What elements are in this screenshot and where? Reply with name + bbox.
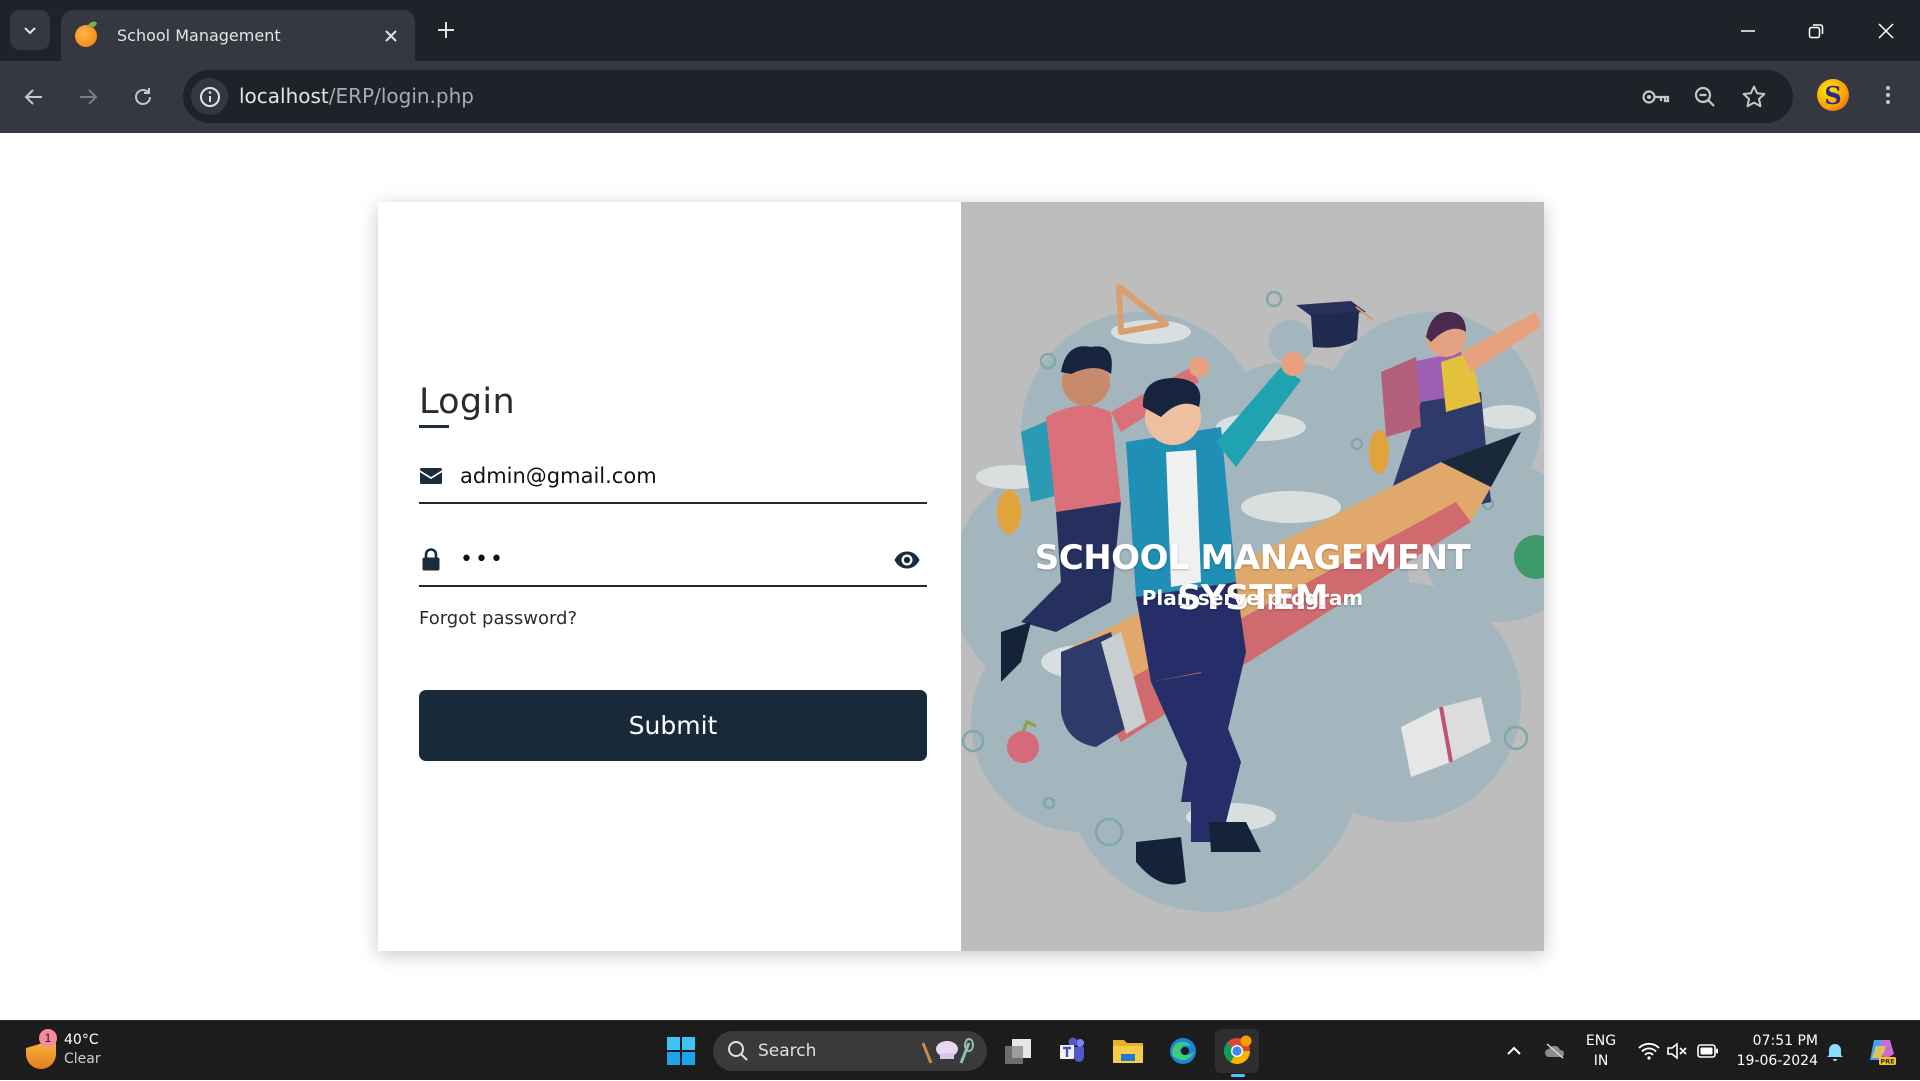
menu-dot: [1886, 86, 1890, 90]
svg-text:PRE: PRE: [1880, 1058, 1894, 1066]
battery-status[interactable]: [1694, 1021, 1722, 1081]
profile-avatar[interactable]: S: [1817, 79, 1849, 111]
browser-menu-button[interactable]: [1872, 79, 1904, 111]
new-tab-button[interactable]: [430, 14, 462, 46]
password-field-group: [419, 537, 927, 587]
back-arrow-icon: [24, 89, 42, 105]
login-card: Login Forgot password? Submit: [378, 202, 1544, 951]
search-icon: [728, 1041, 748, 1061]
region-code: IN: [1593, 1053, 1609, 1069]
back-button[interactable]: [14, 77, 54, 117]
onedrive-button[interactable]: [1540, 1021, 1570, 1081]
menu-dot: [1886, 93, 1890, 97]
password-input[interactable]: [460, 541, 880, 577]
search-highlight-chef-icon: [921, 1038, 974, 1064]
edge-button[interactable]: [1161, 1029, 1205, 1073]
url-text[interactable]: localhost/ERP/login.php: [239, 84, 474, 108]
email-input[interactable]: [460, 458, 880, 494]
search-label: Search: [758, 1041, 817, 1061]
notifications-button[interactable]: [1822, 1021, 1848, 1081]
submit-button[interactable]: Submit: [419, 690, 927, 761]
wifi-icon: [1638, 1042, 1660, 1060]
volume-muted-icon: [1667, 1042, 1687, 1060]
info-icon: [199, 86, 220, 107]
chrome-icon: [1223, 1035, 1252, 1065]
start-button[interactable]: [659, 1029, 703, 1073]
file-explorer-icon: [1113, 1040, 1143, 1063]
url-path: /ERP/login.php: [328, 84, 474, 108]
language-code: ENG: [1585, 1033, 1617, 1049]
heading-underline: [419, 425, 449, 428]
reload-button[interactable]: [123, 77, 163, 117]
browser-tab-strip: School Management: [0, 0, 1920, 61]
browser-tab-active[interactable]: School Management: [61, 10, 415, 61]
copilot-button[interactable]: PRE: [1862, 1021, 1902, 1081]
orange-favicon-icon: [75, 24, 97, 47]
weather-condition: Clear: [64, 1051, 101, 1067]
forward-button[interactable]: [68, 77, 108, 117]
language-indicator[interactable]: ENG IN: [1578, 1031, 1624, 1071]
file-explorer-button[interactable]: [1106, 1029, 1150, 1073]
task-view-icon: [1005, 1039, 1031, 1064]
star-icon: [1742, 85, 1766, 108]
zoom-out-icon: [1694, 86, 1715, 107]
bookmark-button[interactable]: [1740, 83, 1768, 111]
menu-dot: [1886, 100, 1890, 104]
windows-taskbar: 1 40°C Clear Search ENG IN 07:51 PM 19-0…: [0, 1020, 1920, 1080]
reload-icon: [135, 88, 151, 105]
browser-toolbar: localhost/ERP/login.php S: [0, 61, 1920, 133]
close-window-button[interactable]: [1852, 0, 1920, 61]
close-icon: [1878, 22, 1894, 39]
chevron-down-icon: [24, 27, 36, 35]
envelope-icon: [420, 468, 442, 484]
show-hidden-icons-button[interactable]: [1500, 1021, 1528, 1081]
taskbar-search[interactable]: Search: [713, 1031, 987, 1071]
minimize-button[interactable]: [1714, 0, 1782, 61]
clock-time: 07:51 PM: [1752, 1033, 1818, 1049]
system-clock[interactable]: 07:51 PM 19-06-2024: [1730, 1031, 1818, 1071]
forward-arrow-icon: [80, 89, 98, 105]
clock-date: 19-06-2024: [1736, 1053, 1818, 1069]
weather-temp: 40°C: [64, 1032, 99, 1048]
active-app-indicator: [1231, 1074, 1245, 1077]
chevron-up-icon: [1507, 1046, 1521, 1055]
battery-icon: [1697, 1044, 1718, 1058]
password-manager-button[interactable]: [1642, 83, 1670, 111]
task-view-button[interactable]: [996, 1029, 1040, 1073]
email-field-group: [419, 454, 927, 504]
restore-icon: [1808, 23, 1824, 38]
page-viewport: Login Forgot password? Submit: [0, 133, 1920, 1020]
hero-subtitle: Plan serve program: [1141, 586, 1364, 610]
login-heading: Login: [419, 382, 515, 422]
close-icon: [385, 29, 397, 42]
edge-icon: [1170, 1038, 1196, 1064]
site-info-button[interactable]: [191, 78, 228, 115]
login-form-panel: Login Forgot password? Submit: [378, 202, 961, 951]
windows-start-icon: [667, 1037, 695, 1065]
tab-close-button[interactable]: [377, 22, 405, 50]
volume-status[interactable]: [1664, 1021, 1690, 1081]
teams-icon: [1060, 1037, 1084, 1062]
plus-icon: [438, 22, 454, 38]
forgot-password-link[interactable]: Forgot password?: [419, 608, 577, 629]
onedrive-offline-icon: [1545, 1043, 1565, 1059]
minimize-icon: [1741, 29, 1755, 32]
restore-button[interactable]: [1782, 0, 1850, 61]
hero-panel: SCHOOL MANAGEMENT SYSTEM Plan serve prog…: [961, 202, 1544, 951]
key-icon: [1642, 90, 1670, 104]
weather-badge: 1: [39, 1029, 57, 1047]
tab-title: School Management: [117, 26, 281, 45]
zoom-button[interactable]: [1691, 83, 1719, 111]
lock-icon: [422, 548, 440, 571]
weather-widget[interactable]: 1 40°C Clear: [24, 1029, 144, 1073]
address-bar[interactable]: localhost/ERP/login.php: [183, 70, 1793, 123]
url-host: localhost: [239, 84, 329, 108]
copilot-icon: PRE: [1870, 1040, 1896, 1066]
tab-search-button[interactable]: [10, 10, 50, 50]
teams-button[interactable]: [1051, 1029, 1095, 1073]
chrome-button-active[interactable]: [1215, 1029, 1259, 1077]
wifi-status[interactable]: [1636, 1021, 1662, 1081]
bell-icon: [1827, 1044, 1843, 1061]
eye-icon[interactable]: [893, 549, 921, 571]
